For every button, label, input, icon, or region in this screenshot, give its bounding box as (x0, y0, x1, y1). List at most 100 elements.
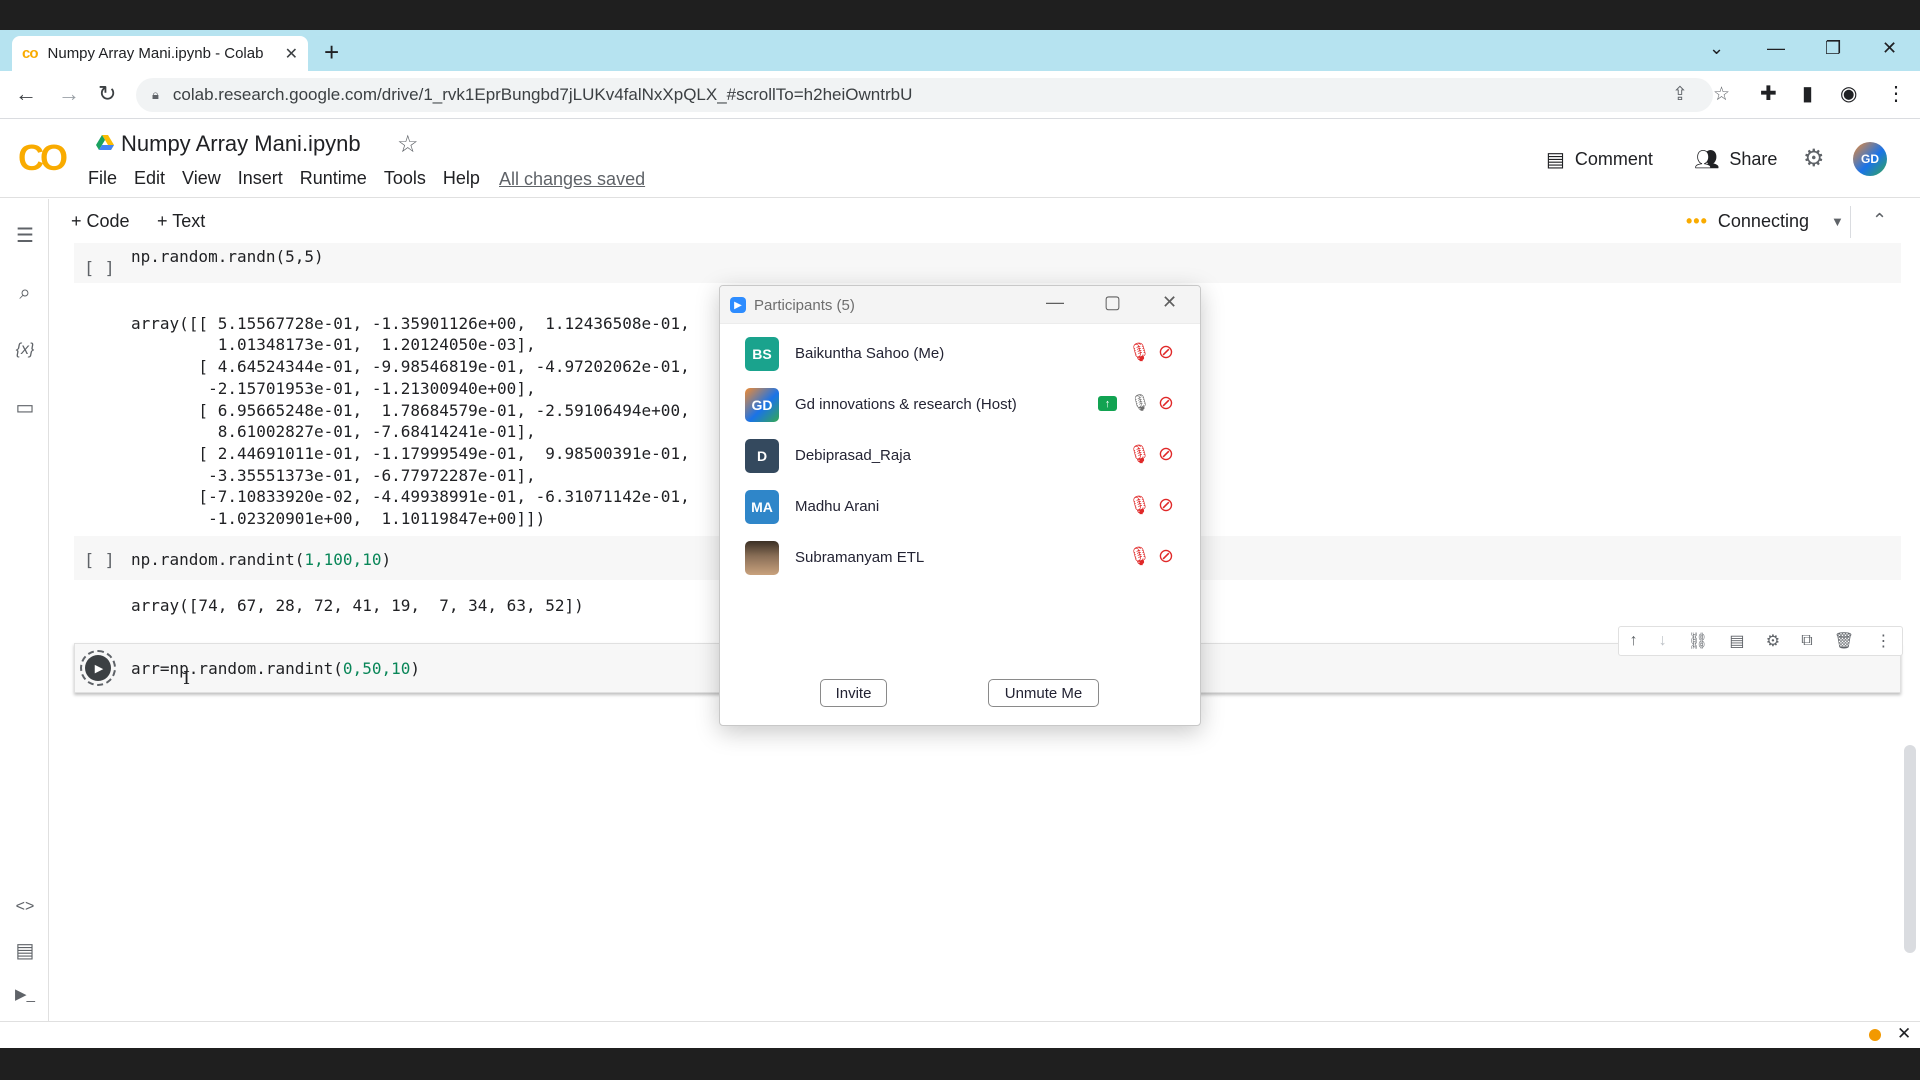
output-line: [ 6.95665248e-01, 1.78684579e-01, -2.591… (131, 400, 690, 420)
menu-edit[interactable]: Edit (134, 168, 165, 189)
code-cell-1[interactable] (74, 243, 1901, 283)
chrome-menu-icon[interactable]: ⋮ (1886, 82, 1906, 106)
menu-help[interactable]: Help (443, 168, 480, 189)
zoom-app-icon: ▶ (730, 297, 746, 313)
video-off-icon[interactable]: ⊘ (1158, 494, 1174, 517)
share-page-icon[interactable]: ⇪ (1672, 83, 1688, 107)
notebook-title[interactable]: Numpy Array Mani.ipynb (121, 131, 361, 157)
participant-row[interactable]: D Debiprasad_Raja 🎙︎ ⊘ (720, 430, 1200, 481)
tab-close-icon[interactable]: ✕ (285, 44, 298, 64)
bookmark-star-icon[interactable]: ☆ (1713, 83, 1730, 107)
runtime-connect-button[interactable]: ••• Connecting ▼ (1686, 211, 1844, 232)
variables-icon[interactable]: {x} (13, 339, 37, 361)
video-off-icon[interactable]: ⊘ (1158, 443, 1174, 466)
participant-name: Subramanyam ETL (795, 549, 925, 566)
extensions-puzzle-icon[interactable]: ✚ (1760, 82, 1777, 106)
cell-1-code[interactable]: np.random.randn(5,5) (131, 247, 324, 266)
run-cell-2-button[interactable]: [ ] (84, 551, 115, 571)
comment-button[interactable]: ▤ Comment (1546, 147, 1653, 172)
video-off-icon[interactable]: ⊘ (1158, 341, 1174, 364)
add-code-button[interactable]: + Code (71, 211, 130, 232)
menu-view[interactable]: View (182, 168, 221, 189)
close-icon[interactable]: ✕ (1162, 292, 1177, 313)
close-window-button[interactable]: ✕ (1882, 36, 1897, 60)
comment-label: Comment (1574, 149, 1653, 169)
unmute-me-button[interactable]: Unmute Me (988, 679, 1099, 707)
tab-search-icon[interactable]: ⌄ (1709, 36, 1724, 60)
google-drive-icon[interactable] (96, 135, 114, 151)
files-folder-icon[interactable]: ▭ (13, 397, 37, 419)
video-off-icon[interactable]: ⊘ (1158, 392, 1174, 415)
output-line: [-7.10833920e-02, -4.49938991e-01, -6.31… (131, 487, 690, 507)
account-avatar[interactable]: GD (1853, 142, 1887, 176)
menu-file[interactable]: File (88, 168, 117, 189)
run-cell-1-button[interactable]: [ ] (84, 259, 115, 279)
participant-row[interactable]: MA Madhu Arani 🎙︎ ⊘ (720, 481, 1200, 532)
table-of-contents-icon[interactable]: ☰ (13, 225, 37, 247)
cell-settings-icon[interactable]: ⚙ (1766, 631, 1780, 651)
top-letterbox (0, 0, 1920, 30)
link-icon[interactable]: ⛓ (1688, 631, 1708, 651)
side-panel-icon[interactable]: ▮ (1802, 82, 1813, 106)
participants-title: Participants (5) (754, 297, 855, 314)
maximize-icon[interactable]: ▢ (1104, 292, 1121, 313)
move-up-icon[interactable]: ↑ (1630, 632, 1638, 650)
participant-avatar: BS (745, 337, 779, 371)
share-button[interactable]: 👥︎ Share (1694, 147, 1777, 172)
restore-window-button[interactable]: ❐ (1825, 36, 1841, 60)
move-down-icon[interactable]: ↓ (1659, 632, 1667, 650)
comment-icon: ▤ (1546, 149, 1565, 171)
minimize-window-button[interactable]: — (1767, 36, 1785, 60)
lock-icon[interactable]: 🔒︎ (152, 87, 159, 103)
code-snippets-icon[interactable]: <> (13, 896, 37, 918)
toolbar-divider (1850, 206, 1851, 238)
participant-avatar: GD (745, 388, 779, 422)
reload-icon[interactable]: ↻ (98, 82, 116, 106)
mirror-cell-icon[interactable]: ⧉ (1801, 632, 1812, 650)
forward-arrow-icon[interactable]: → (58, 82, 80, 106)
menu-insert[interactable]: Insert (238, 168, 283, 189)
comment-cell-icon[interactable]: ▤ (1729, 631, 1744, 651)
mic-icon[interactable]: 🎙︎ (1130, 393, 1150, 413)
cell-2-code[interactable]: np.random.randint(1,100,10) (131, 550, 391, 569)
back-arrow-icon[interactable]: ← (15, 82, 37, 106)
participant-row[interactable]: GD Gd innovations & research (Host) ↑ 🎙︎… (720, 379, 1200, 430)
chevron-down-icon[interactable]: ▼ (1831, 214, 1844, 229)
settings-gear-icon[interactable]: ⚙ (1803, 144, 1825, 173)
status-close-icon[interactable]: ✕ (1897, 1024, 1911, 1044)
terminal-icon[interactable]: ▶_ (13, 984, 37, 1006)
new-tab-button[interactable]: + (324, 38, 339, 66)
mic-muted-icon[interactable]: 🎙︎ (1128, 444, 1151, 465)
output-line: -3.35551373e-01, -6.77972287e-01], (131, 465, 536, 485)
menu-runtime[interactable]: Runtime (300, 168, 367, 189)
output-line: -2.15701953e-01, -1.21300940e+00], (131, 378, 536, 398)
browser-tab[interactable]: co Numpy Array Mani.ipynb - Colab ✕ (12, 36, 308, 71)
star-icon[interactable]: ☆ (397, 130, 419, 159)
more-options-icon[interactable]: ⋮ (1875, 631, 1891, 651)
colab-logo[interactable]: CO (18, 138, 68, 178)
collapse-header-icon[interactable]: ⌃ (1872, 210, 1887, 231)
command-palette-icon[interactable]: ▤ (13, 940, 37, 962)
mic-muted-icon[interactable]: 🎙︎ (1128, 495, 1151, 516)
participant-row[interactable]: Subramanyam ETL 🎙︎ ⊘ (720, 532, 1200, 583)
add-text-button[interactable]: + Text (157, 211, 205, 232)
mic-muted-icon[interactable]: 🎙︎ (1128, 342, 1151, 363)
save-status-link[interactable]: All changes saved (499, 169, 645, 190)
address-bar[interactable]: 🔒︎ colab.research.google.com/drive/1_rvk… (136, 78, 1713, 112)
delete-icon[interactable]: 🗑︎ (1834, 631, 1854, 651)
invite-button[interactable]: Invite (820, 679, 887, 707)
runtime-status-label: Connecting (1717, 211, 1809, 231)
search-icon[interactable]: ⌕ (13, 282, 37, 304)
cell-3-code[interactable]: arr=np.random.randint(0,50,10) (131, 659, 420, 678)
minimize-icon[interactable]: — (1046, 292, 1064, 313)
participant-row[interactable]: BS Baikuntha Sahoo (Me) 🎙︎ ⊘ (720, 328, 1200, 379)
participants-window: ▶ Participants (5) — ▢ ✕ BS Baikuntha Sa… (719, 285, 1201, 726)
menu-tools[interactable]: Tools (384, 168, 426, 189)
screen: co Numpy Array Mani.ipynb - Colab ✕ + ⌄ … (0, 0, 1920, 1080)
screen-share-icon: ↑ (1098, 396, 1117, 411)
profile-icon[interactable]: ◉ (1840, 82, 1857, 106)
notebook-scrollbar[interactable] (1904, 745, 1916, 953)
run-cell-3-button[interactable]: ▶ (80, 650, 116, 686)
mic-muted-icon[interactable]: 🎙︎ (1128, 546, 1151, 567)
video-off-icon[interactable]: ⊘ (1158, 545, 1174, 568)
